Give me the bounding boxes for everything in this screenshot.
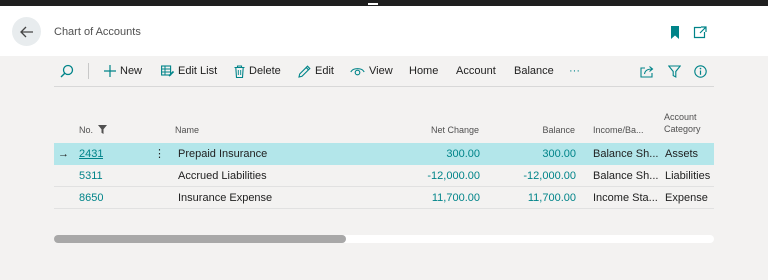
- account-menu-label: Account: [456, 65, 496, 77]
- table-row[interactable]: 8650 Insurance Expense 11,700.00 11,700.…: [54, 187, 714, 209]
- account-category-value: Assets: [665, 148, 699, 160]
- search-button[interactable]: [60, 56, 78, 86]
- plus-icon: [104, 65, 116, 77]
- page-title: Chart of Accounts: [54, 26, 141, 38]
- trash-icon: [234, 64, 245, 78]
- new-button[interactable]: New: [104, 56, 142, 86]
- balance-value[interactable]: -12,000.00: [500, 165, 576, 187]
- balance-value[interactable]: 11,700.00: [500, 187, 576, 209]
- account-no-link[interactable]: 8650: [79, 187, 103, 209]
- back-button[interactable]: [12, 17, 41, 46]
- balance-menu[interactable]: Balance: [514, 56, 554, 86]
- window-handle: [368, 3, 378, 5]
- toolbar-divider-line: [54, 86, 714, 87]
- column-header-account-category[interactable]: Account Category: [664, 111, 701, 135]
- column-header-account-category-line2: Category: [664, 124, 701, 134]
- edit-list-button-label: Edit List: [178, 65, 218, 77]
- delete-button[interactable]: Delete: [234, 56, 281, 86]
- account-menu[interactable]: Account: [456, 56, 496, 86]
- bookmark-icon[interactable]: [670, 26, 680, 39]
- home-menu[interactable]: Home: [409, 56, 438, 86]
- account-name: Prepaid Insurance: [178, 148, 268, 160]
- income-balance-value: Balance Sh...: [593, 148, 659, 160]
- filter-icon: [668, 64, 681, 78]
- income-balance-value: Balance Sh...: [593, 170, 659, 182]
- open-in-new-window-icon[interactable]: [693, 26, 707, 39]
- column-header-net-change[interactable]: Net Change: [400, 124, 479, 136]
- table-row[interactable]: → 2431 ⋮ Prepaid Insurance 300.00 300.00…: [54, 143, 714, 165]
- filter-icon: [97, 125, 107, 134]
- pencil-icon: [298, 64, 311, 78]
- filter-button[interactable]: [668, 56, 685, 86]
- column-header-income-balance[interactable]: Income/Ba...: [593, 124, 644, 136]
- column-header-balance[interactable]: Balance: [500, 124, 575, 136]
- row-menu-icon[interactable]: ⋮: [154, 143, 164, 165]
- search-icon: [60, 64, 74, 78]
- info-icon: [694, 64, 707, 78]
- column-header-name[interactable]: Name: [175, 124, 199, 136]
- action-bar: New Edit List Delete Edit View Home Acco…: [54, 56, 714, 86]
- column-header-account-category-line1: Account: [664, 112, 697, 122]
- share-button[interactable]: [640, 56, 658, 86]
- edit-list-icon: [161, 65, 174, 77]
- account-name: Accrued Liabilities: [178, 170, 267, 182]
- account-no-link[interactable]: 2431: [79, 143, 103, 165]
- horizontal-scrollbar-thumb[interactable]: [54, 235, 346, 243]
- net-change-value[interactable]: 300.00: [400, 143, 480, 165]
- view-button[interactable]: View: [350, 56, 393, 86]
- edit-list-button[interactable]: Edit List: [161, 56, 217, 86]
- column-header-no[interactable]: No.: [79, 124, 107, 136]
- more-options-label: ···: [569, 65, 580, 77]
- page-header: Chart of Accounts: [0, 6, 768, 56]
- balance-value[interactable]: 300.00: [500, 143, 576, 165]
- balance-menu-label: Balance: [514, 65, 554, 77]
- row-divider: [54, 208, 714, 209]
- account-category-value: Expense: [665, 192, 708, 204]
- net-change-value[interactable]: -12,000.00: [400, 165, 480, 187]
- new-button-label: New: [120, 65, 143, 77]
- column-header-no-label: No.: [79, 125, 94, 135]
- share-icon: [640, 65, 654, 78]
- account-no-link[interactable]: 5311: [79, 165, 103, 187]
- delete-button-label: Delete: [249, 65, 281, 77]
- edit-button[interactable]: Edit: [298, 56, 334, 86]
- income-balance-value: Income Sta...: [593, 192, 658, 204]
- more-options-button[interactable]: ···: [569, 56, 580, 86]
- eye-icon: [350, 67, 365, 75]
- info-button[interactable]: [694, 56, 711, 86]
- edit-button-label: Edit: [315, 65, 334, 77]
- net-change-value[interactable]: 11,700.00: [400, 187, 480, 209]
- account-name: Insurance Expense: [178, 192, 273, 204]
- selected-row-arrow-icon: →: [58, 148, 69, 160]
- table-row[interactable]: 5311 Accrued Liabilities -12,000.00 -12,…: [54, 165, 714, 187]
- arrow-left-icon: [19, 26, 33, 37]
- home-menu-label: Home: [409, 65, 439, 77]
- toolbar-divider: [88, 63, 89, 79]
- view-button-label: View: [369, 65, 393, 77]
- account-category-value: Liabilities: [665, 170, 711, 182]
